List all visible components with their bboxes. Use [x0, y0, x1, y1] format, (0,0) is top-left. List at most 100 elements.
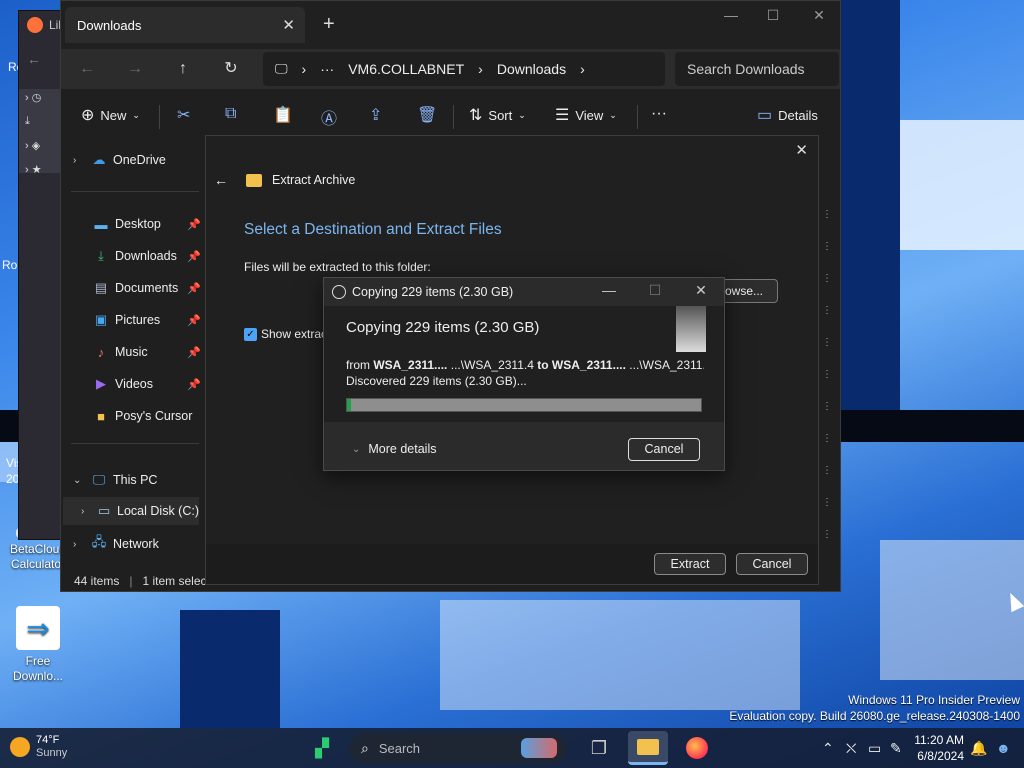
file-explorer-taskbar-icon[interactable] [628, 731, 668, 765]
sidebar-item-network[interactable]: › 🖧 Network [73, 530, 159, 558]
back-arrow-icon[interactable]: ← [27, 51, 41, 67]
sort-label: Sort [488, 107, 513, 123]
to-word: to [537, 358, 549, 372]
share-button[interactable]: ⇪ [369, 105, 382, 125]
sidebar-item-pictures[interactable]: ▣ Pictures [93, 306, 160, 334]
weather-widget[interactable]: 74°F Sunny [10, 734, 67, 760]
search-downloads-input[interactable]: Search Downloads [675, 52, 839, 86]
extract-button[interactable]: Extract [654, 553, 726, 575]
extract-footer: Extract Cancel [206, 544, 818, 584]
tab-downloads[interactable]: Downloads ✕ [65, 7, 305, 43]
sidebar-item-posys-cursor[interactable]: ■ Posy's Cursor [93, 402, 192, 430]
downloads-icon[interactable]: ⤓ [25, 115, 30, 128]
maximize-icon[interactable]: ☐ [640, 282, 670, 299]
desktop-icon-free-download[interactable]: ⇒ Free Downlo... [8, 606, 68, 684]
pin-icon[interactable]: 📌 [187, 218, 201, 231]
computer-icon: 🖵 [275, 61, 288, 76]
chevron-right-icon: › [301, 61, 307, 77]
wallpaper-shape [880, 540, 1024, 680]
details-button[interactable]: ▭ Details [757, 105, 818, 125]
rename-button[interactable]: Ⓐ [321, 105, 337, 129]
back-arrow-icon[interactable]: ← [214, 172, 228, 188]
chevron-up-icon[interactable]: ⌃ [822, 740, 834, 757]
sidebar-item-desktop[interactable]: ▬ Desktop [93, 210, 161, 238]
sidebar-item-onedrive[interactable]: › ☁ OneDrive [73, 146, 166, 174]
sort-button[interactable]: ⇅ Sort ⌄ [469, 105, 526, 125]
sidebar-item-documents[interactable]: ▤ Documents [93, 274, 178, 302]
search-icon: ⌕ [361, 739, 369, 756]
task-view-icon[interactable]: ❐ [585, 734, 613, 762]
destination-name[interactable]: WSA_2311.... [552, 358, 626, 372]
network-tray-icon[interactable]: ⛌ [846, 740, 856, 757]
address-bar[interactable]: 🖵 › ··· VM6.COLLABNET › Downloads › [263, 52, 665, 86]
new-button[interactable]: ⊕ New ⌄ [81, 105, 140, 125]
view-button[interactable]: ☰ View ⌄ [555, 105, 617, 125]
copilot-icon[interactable]: ☻ [996, 740, 1011, 756]
delete-button[interactable]: 🗑 [417, 105, 437, 125]
search-placeholder: Search Downloads [687, 61, 805, 77]
source-name[interactable]: WSA_2311.... [373, 358, 447, 372]
watermark-line: Windows 11 Pro Insider Preview [848, 693, 1020, 707]
wallpaper-shape [900, 120, 1024, 250]
pin-icon[interactable]: 📌 [187, 378, 201, 391]
notification-bell-icon[interactable]: 🔔 [970, 740, 987, 757]
sidebar-item-music[interactable]: ♪ Music [93, 338, 148, 366]
more-options-button[interactable]: ··· [651, 105, 667, 123]
sidebar-divider [71, 443, 199, 444]
refresh-icon[interactable]: ↻ [219, 57, 243, 81]
taskbar-search[interactable]: ⌕ Search [349, 733, 567, 763]
star-icon[interactable]: › ★ [25, 163, 42, 176]
close-icon[interactable]: ✕ [282, 16, 295, 34]
copy-button[interactable]: ⧉ [225, 105, 236, 123]
minimize-icon[interactable]: — [711, 7, 751, 23]
pin-icon[interactable]: 📌 [187, 250, 201, 263]
breadcrumb-vm6[interactable]: VM6.COLLABNET [348, 61, 464, 77]
show-extracted-checkbox[interactable]: ✓ Show extract [244, 327, 330, 341]
discovered-status: Discovered 229 items (2.30 GB)... [346, 374, 527, 388]
close-icon[interactable]: ✕ [686, 282, 716, 299]
breadcrumb-ellipsis[interactable]: ··· [320, 61, 334, 77]
copy-cancel-button[interactable]: Cancel [628, 438, 700, 461]
sidebar-item-local-disk[interactable]: › ▭ Local Disk (C:) [63, 497, 199, 525]
share-icon: ⇪ [369, 107, 383, 124]
pin-icon[interactable]: 📌 [187, 314, 201, 327]
more-details-toggle[interactable]: ⌄ More details [352, 442, 436, 456]
desktop-icon-label: Free Downlo... [12, 654, 64, 683]
pin-icon[interactable]: 📌 [187, 346, 201, 359]
close-icon[interactable]: ✕ [795, 141, 808, 159]
close-window-icon[interactable]: ✕ [799, 7, 839, 24]
overflow-icon: ⋮ [822, 209, 832, 220]
sidebar-item-downloads[interactable]: ⤓ Downloads [93, 242, 177, 270]
explorer-titlebar: Downloads ✕ + — ☐ ✕ [61, 1, 840, 49]
breadcrumb-downloads[interactable]: Downloads [497, 61, 566, 77]
new-tab-icon[interactable]: + [323, 13, 335, 36]
history-icon[interactable]: › ◷ [25, 91, 41, 104]
up-arrow-icon[interactable]: ↑ [171, 57, 195, 81]
sidebar-item-videos[interactable]: ▶ Videos [93, 370, 153, 398]
taskbar-clock[interactable]: 11:20 AM 6/8/2024 [908, 732, 964, 764]
download-manager-icon: ⇒ [16, 606, 60, 650]
copy-progress-dialog[interactable]: Copying 229 items (2.30 GB) — ☐ ✕ Copyin… [323, 277, 725, 471]
file-list-edge: ⋮ ⋮ ⋮ ⋮ ⋮ ⋮ ⋮ ⋮ ⋮ ⋮ ⋮ [819, 151, 839, 571]
extract-cancel-button[interactable]: Cancel [736, 553, 808, 575]
background-browser-window[interactable]: Lib ← › ◷ ⤓ › ◈ › ★ [18, 10, 66, 540]
sidebar-item-label: Documents [115, 281, 179, 295]
pin-icon[interactable]: 📌 [187, 282, 201, 295]
toolbar-divider [453, 105, 454, 129]
firefox-taskbar-icon[interactable] [683, 734, 711, 762]
back-arrow-icon[interactable]: ← [75, 57, 99, 81]
maximize-icon[interactable]: ☐ [753, 7, 793, 24]
sidebar-item-this-pc[interactable]: ⌄ 🖵 This PC [73, 466, 157, 494]
widgets-icon[interactable]: ▞ [308, 734, 336, 762]
pen-tray-icon[interactable]: ✎ [890, 740, 902, 757]
network-icon: 🖧 [91, 534, 107, 549]
paste-button[interactable]: 📋 [273, 105, 293, 125]
minimize-icon[interactable]: — [594, 282, 624, 298]
display-tray-icon[interactable]: ▭ [868, 740, 881, 757]
download-arrow-icon: ⤓ [98, 248, 104, 263]
plus-circle-icon: ⊕ [81, 107, 95, 124]
sidebar-item-label: Network [113, 537, 159, 551]
cut-button[interactable]: ✂ [177, 105, 190, 125]
tag-icon[interactable]: › ◈ [25, 139, 40, 152]
forward-arrow-icon[interactable]: → [123, 57, 147, 81]
